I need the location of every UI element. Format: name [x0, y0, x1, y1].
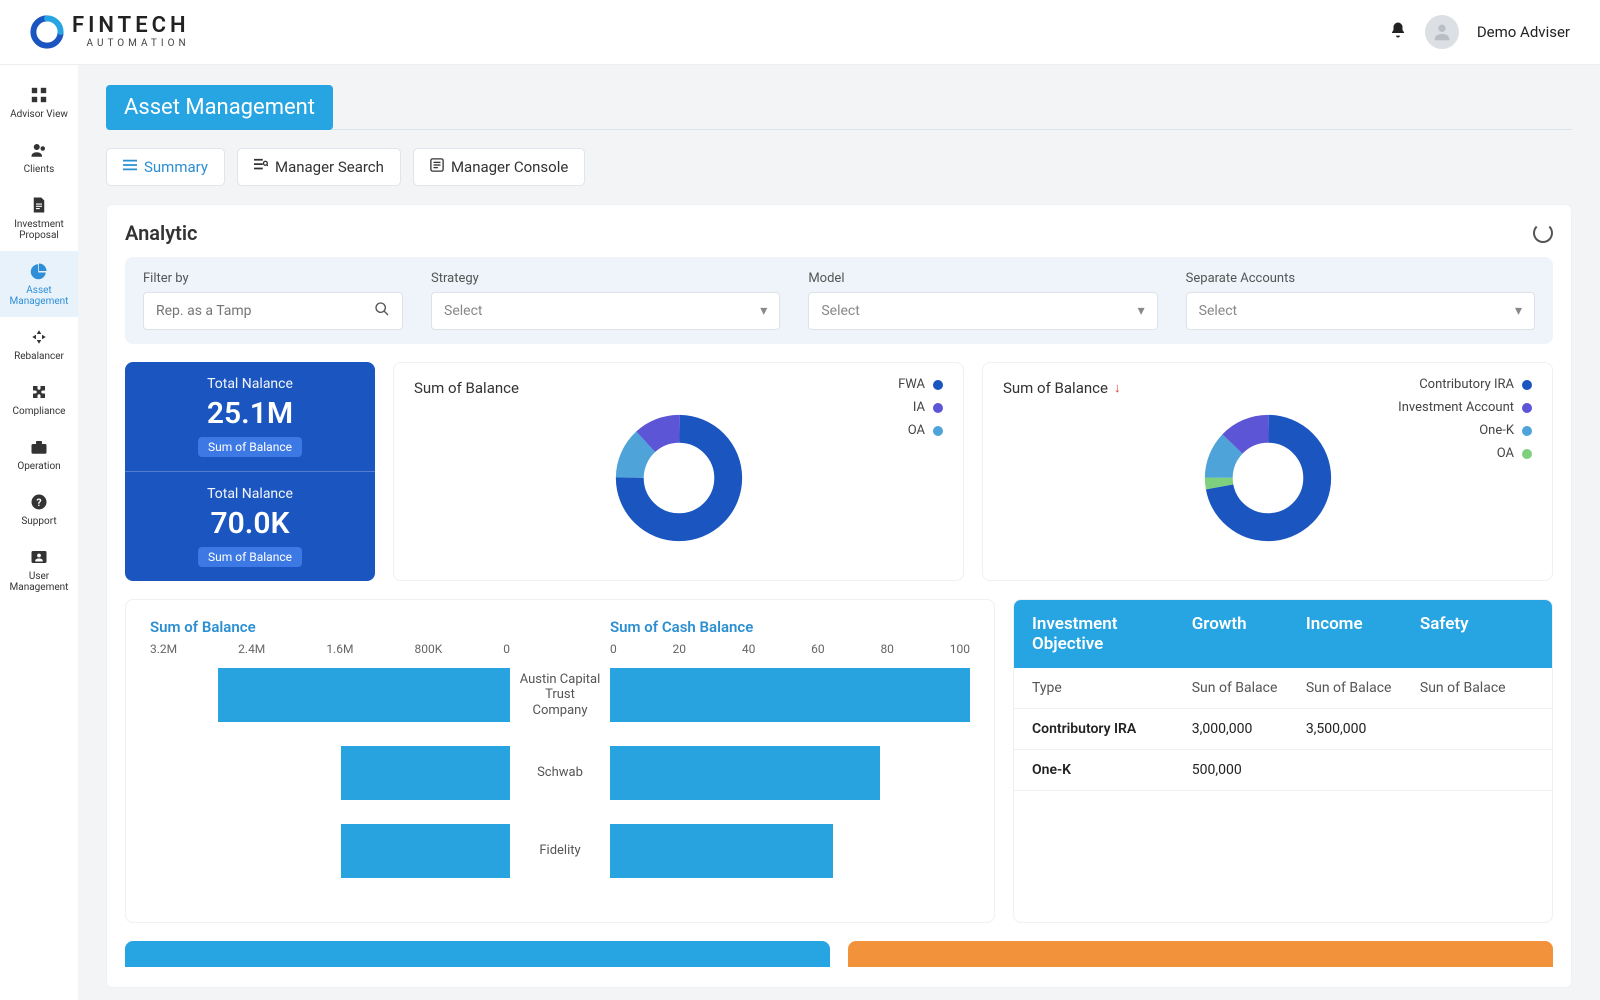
sidebar-item-compliance[interactable]: Compliance [0, 372, 78, 427]
search-list-icon [254, 158, 268, 176]
panel-title: Analytic [125, 221, 198, 245]
pie-chart-icon [30, 261, 48, 281]
chart-title: Sum of Balance [1003, 379, 1108, 397]
table-row: One-K 500,000 [1014, 750, 1552, 791]
sidebar-item-rebalancer[interactable]: Rebalancer [0, 317, 78, 372]
bar-left-title: Sum of Balance [150, 618, 510, 636]
legend-item: Contributory IRA [1398, 377, 1532, 392]
bar-row: Fidelity [150, 820, 970, 882]
trend-down-icon: ↓ [1114, 380, 1121, 396]
bottom-cards [125, 941, 1553, 967]
main-content: Asset Management Summary Manager Search … [78, 65, 1600, 1000]
donut-chart-2: Sum of Balance ↓ Contributory IRA Invest… [982, 362, 1553, 581]
tabs: Summary Manager Search Manager Console [106, 148, 1572, 186]
axis-ticks: 3.2M2.4M1.6M800K0 020406080100 [150, 642, 970, 656]
donut-chart-1: Sum of Balance FWA IA OA [393, 362, 964, 581]
tab-manager-search[interactable]: Manager Search [237, 148, 401, 186]
sidebar-item-clients[interactable]: Clients [0, 130, 78, 185]
sidebar-item-user-management[interactable]: User Management [0, 537, 78, 603]
filter-by-label: Filter by [143, 271, 403, 286]
sidebar-item-support[interactable]: ? Support [0, 482, 78, 537]
sidebar-item-investment-proposal[interactable]: Investment Proposal [0, 185, 78, 251]
avatar[interactable] [1425, 15, 1459, 49]
model-label: Model [808, 271, 1157, 286]
bar-right-title: Sum of Cash Balance [610, 618, 970, 636]
legend-item: FWA [898, 377, 943, 392]
sidebar: Advisor View Clients Investment Proposal… [0, 65, 78, 1000]
strategy-select[interactable]: Select ▾ [431, 292, 780, 330]
dual-bar-chart: Sum of Balance Sum of Cash Balance 3.2M2… [125, 599, 995, 923]
table-subheader: Type Sun of Balace Sun of Balace Sun of … [1014, 668, 1552, 709]
brand-tagline: AUTOMATION [87, 39, 190, 49]
separate-select[interactable]: Select ▾ [1186, 292, 1535, 330]
refresh-icon[interactable] [1533, 223, 1553, 243]
filter-bar: Filter by Strategy Select ▾ [125, 257, 1553, 344]
tab-manager-console[interactable]: Manager Console [413, 148, 585, 186]
sidebar-item-advisor-view[interactable]: Advisor View [0, 75, 78, 130]
bottom-card-blue [125, 941, 830, 967]
bar-row: Schwab [150, 742, 970, 804]
tab-summary[interactable]: Summary [106, 148, 225, 186]
totals-card: Total Nalance 25.1M Sum of Balance Total… [125, 362, 375, 581]
console-icon [430, 158, 444, 176]
clients-icon [30, 140, 48, 160]
investment-objective-table: Investment Objective Growth Income Safet… [1013, 599, 1553, 923]
user-name[interactable]: Demo Adviser [1477, 23, 1570, 41]
strategy-label: Strategy [431, 271, 780, 286]
document-icon [31, 195, 47, 215]
total-balance-1: Total Nalance 25.1M Sum of Balance [125, 362, 375, 471]
filter-by-input-wrap[interactable] [143, 292, 403, 330]
help-icon: ? [30, 492, 48, 512]
brand-logo: FINTECH AUTOMATION [30, 15, 190, 49]
brand-name: FINTECH [72, 15, 190, 37]
chevron-down-icon: ▾ [1138, 303, 1145, 319]
page-title: Asset Management [106, 85, 333, 130]
briefcase-icon [30, 437, 48, 457]
svg-text:?: ? [36, 496, 41, 509]
total-balance-2: Total Nalance 70.0K Sum of Balance [125, 471, 375, 581]
dashboard-icon [30, 85, 48, 105]
topbar: FINTECH AUTOMATION Demo Adviser [0, 0, 1600, 65]
chevron-down-icon: ▾ [760, 303, 767, 319]
sidebar-item-operation[interactable]: Operation [0, 427, 78, 482]
table-header: Investment Objective Growth Income Safet… [1014, 600, 1552, 668]
separate-label: Separate Accounts [1186, 271, 1535, 286]
chevron-down-icon: ▾ [1515, 303, 1522, 319]
notifications-icon[interactable] [1389, 21, 1407, 44]
donut-icon [614, 413, 744, 543]
filter-by-input[interactable] [156, 303, 374, 319]
donut-icon [1203, 413, 1333, 543]
bar-row: Austin Capital Trust Company [150, 664, 970, 726]
rebalancer-icon [30, 327, 48, 347]
puzzle-icon [30, 382, 48, 402]
model-select[interactable]: Select ▾ [808, 292, 1157, 330]
bottom-card-orange [848, 941, 1553, 967]
table-row: Contributory IRA 3,000,000 3,500,000 [1014, 709, 1552, 750]
user-badge-icon [30, 547, 48, 567]
analytic-panel: Analytic Filter by Strategy Se [106, 204, 1572, 988]
brand-mark-icon [30, 15, 64, 49]
chart-title: Sum of Balance [414, 379, 943, 397]
sidebar-item-asset-management[interactable]: Asset Management [0, 251, 78, 317]
list-icon [123, 158, 137, 176]
search-icon[interactable] [374, 301, 390, 321]
